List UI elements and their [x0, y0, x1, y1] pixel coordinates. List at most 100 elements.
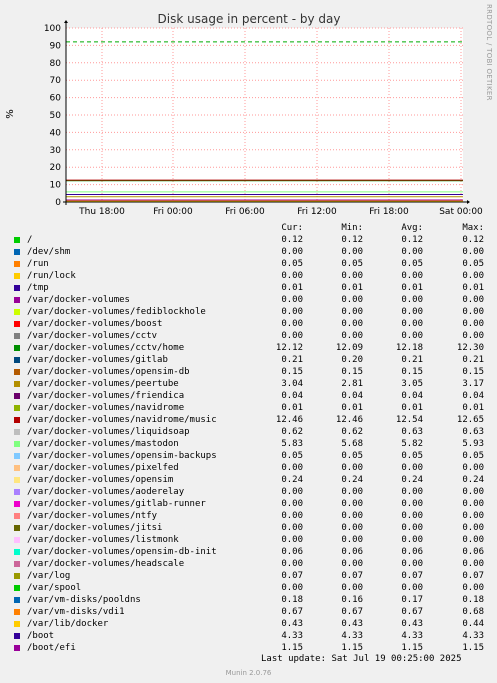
legend-max: 0.18	[462, 595, 484, 605]
legend-min: 0.07	[341, 571, 363, 581]
legend-avg: 0.05	[401, 451, 423, 461]
legend-max: 0.06	[462, 547, 484, 557]
legend-min: 2.81	[341, 379, 363, 389]
y-tick-label: 20	[50, 163, 62, 173]
legend-series-name: /var/docker-volumes/cctv	[27, 331, 158, 341]
legend-max: 0.63	[462, 427, 484, 437]
legend-avg: 0.00	[401, 583, 423, 593]
legend-row: /var/docker-volumes/opensim-backups 0.05 0…	[0, 450, 497, 462]
legend-series-name: /var/log	[27, 571, 71, 581]
legend-cur: 0.00	[281, 523, 303, 533]
legend-max: 0.00	[462, 487, 484, 497]
legend-min: 0.00	[341, 487, 363, 497]
legend-min: 0.67	[341, 607, 363, 617]
legend-row: /tmp 0.01 0.01 0.01 0.01	[0, 282, 497, 294]
legend-series-name: /var/docker-volumes/friendica	[27, 391, 185, 401]
legend-cur: 0.00	[281, 271, 303, 281]
legend-cur: 0.00	[281, 487, 303, 497]
legend-min: 0.20	[341, 355, 363, 365]
legend-avg: 0.00	[401, 559, 423, 569]
legend-avg: 0.00	[401, 511, 423, 521]
legend-table: Cur: Min: Avg: Max: / 0.12 0.12 0.12 0.12/de…	[0, 222, 497, 654]
legend-min: 5.68	[341, 439, 363, 449]
legend-min: 4.33	[341, 631, 363, 641]
legend-row: /run/lock 0.00 0.00 0.00 0.00	[0, 270, 497, 282]
legend-swatch	[14, 633, 20, 639]
legend-swatch	[14, 465, 20, 471]
legend-min: 0.15	[341, 367, 363, 377]
legend-row: /var/docker-volumes/ntfy 0.00 0.00 0.00 0.00	[0, 510, 497, 522]
legend-avg: 0.00	[401, 271, 423, 281]
legend-min: 0.00	[341, 559, 363, 569]
legend-max: 1.15	[462, 643, 484, 653]
legend-swatch	[14, 321, 20, 327]
legend-cur: 0.05	[281, 451, 303, 461]
legend-min: 0.01	[341, 403, 363, 413]
legend-rows: / 0.12 0.12 0.12 0.12/dev/shm 0.00 0.00 0.00 0.0…	[0, 234, 497, 654]
legend-avg: 0.43	[401, 619, 423, 629]
legend-min: 0.00	[341, 583, 363, 593]
legend-max: 0.00	[462, 583, 484, 593]
legend-cur: 0.15	[281, 367, 303, 377]
legend-avg: 0.00	[401, 331, 423, 341]
legend-avg: 0.12	[401, 235, 423, 245]
legend-max: 0.00	[462, 247, 484, 257]
legend-series-name: /var/docker-volumes/jitsi	[27, 523, 163, 533]
legend-series-name: /run	[27, 259, 49, 269]
legend-max: 0.05	[462, 451, 484, 461]
legend-row: /var/docker-volumes/opensim-db 0.15 0.15 0.…	[0, 366, 497, 378]
legend-avg: 0.15	[401, 367, 423, 377]
y-tick-label: 10	[50, 181, 62, 191]
legend-series-name: /var/docker-volumes/headscale	[27, 559, 185, 569]
legend-avg: 0.00	[401, 499, 423, 509]
legend-cur: 12.12	[275, 343, 303, 353]
legend-cur: 0.00	[281, 247, 303, 257]
legend-max: 5.93	[462, 439, 484, 449]
legend-row: /var/docker-volumes 0.00 0.00 0.00 0.00	[0, 294, 497, 306]
legend-series-name: /var/vm-disks/pooldns	[27, 595, 141, 605]
legend-row: /var/docker-volumes/gitlab-runner 0.00 0.0…	[0, 498, 497, 510]
legend-avg: 3.05	[401, 379, 423, 389]
legend-swatch	[14, 477, 20, 483]
legend-cur: 0.00	[281, 463, 303, 473]
legend-cur: 3.04	[281, 379, 303, 389]
legend-swatch	[14, 489, 20, 495]
legend-min: 0.00	[341, 271, 363, 281]
legend-series-name: /var/docker-volumes/gitlab-runner	[27, 499, 206, 509]
legend-row: /var/docker-volumes/listmonk 0.00 0.00 0.00…	[0, 534, 497, 546]
y-tick-label: 90	[50, 41, 62, 51]
legend-avg: 0.00	[401, 487, 423, 497]
last-update: Last update: Sat Jul 19 00:25:00 2025	[261, 654, 462, 664]
legend-swatch	[14, 525, 20, 531]
header-cur: Cur:	[281, 223, 303, 233]
legend-cur: 4.33	[281, 631, 303, 641]
x-tick-label: Fri 18:00	[369, 207, 409, 217]
legend-series-name: /boot	[27, 631, 55, 641]
legend-cur: 0.62	[281, 427, 303, 437]
legend-swatch	[14, 273, 20, 279]
legend-avg: 1.15	[401, 643, 423, 653]
legend-series-name: /var/docker-volumes/liquidsoap	[27, 427, 190, 437]
legend-row: /boot/efi 1.15 1.15 1.15 1.15	[0, 642, 497, 654]
legend-min: 1.15	[341, 643, 363, 653]
legend-avg: 0.04	[401, 391, 423, 401]
x-tick-label: Fri 00:00	[153, 207, 193, 217]
legend-swatch	[14, 357, 20, 363]
legend-max: 0.00	[462, 499, 484, 509]
legend-cur: 0.00	[281, 331, 303, 341]
legend-series-name: /var/lib/docker	[27, 619, 109, 629]
legend-swatch	[14, 345, 20, 351]
chart-canvas: 0 10 20 30 40 50 60 70 80 90 100 Thu 18:00 Fri 00:00…	[0, 0, 497, 222]
legend-series-name: /dev/shm	[27, 247, 71, 257]
legend-swatch	[14, 285, 20, 291]
legend-swatch	[14, 597, 20, 603]
legend-avg: 0.17	[401, 595, 423, 605]
legend-swatch	[14, 501, 20, 507]
legend-avg: 0.24	[401, 475, 423, 485]
legend-min: 0.00	[341, 247, 363, 257]
x-tick-label: Thu 18:00	[78, 207, 125, 217]
legend-row: / 0.12 0.12 0.12 0.12	[0, 234, 497, 246]
legend-swatch	[14, 609, 20, 615]
legend-avg: 0.00	[401, 523, 423, 533]
legend-row: /var/log 0.07 0.07 0.07 0.07	[0, 570, 497, 582]
